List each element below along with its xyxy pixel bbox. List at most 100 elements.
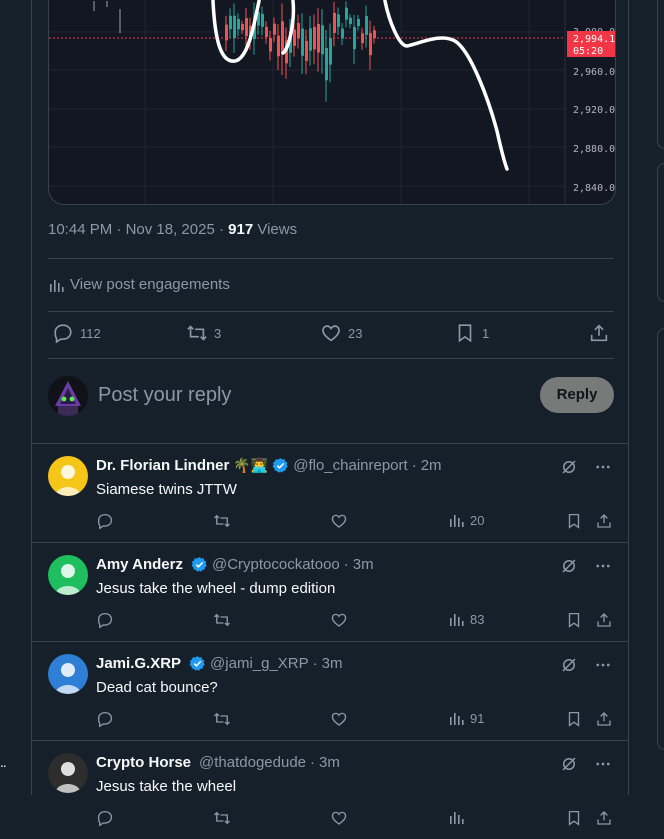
candle-body — [305, 40, 308, 61]
candle-body — [261, 13, 264, 27]
reply-action[interactable] — [96, 611, 114, 629]
heart-icon — [331, 811, 347, 825]
right-panel-card — [657, 328, 664, 750]
candle-body — [313, 26, 316, 50]
price-chart: 3,000.00 2,960.00 2,920.00 2,880.00 2,84… — [49, 0, 615, 204]
bookmark-action[interactable]: 1 — [454, 322, 489, 344]
author-name[interactable]: Crypto Horse — [96, 754, 191, 771]
reply-action[interactable] — [96, 710, 114, 728]
post-time[interactable]: 10:44 PM — [48, 221, 112, 238]
candle-body — [229, 15, 232, 30]
share-action[interactable] — [595, 710, 613, 728]
heart-icon — [331, 514, 347, 528]
post-time[interactable]: 2m — [421, 457, 442, 474]
repost-action[interactable] — [213, 611, 231, 629]
repost-action[interactable] — [213, 710, 231, 728]
author-handle[interactable]: @thatdogedude — [199, 754, 306, 771]
reply-input[interactable]: Post your reply — [98, 384, 231, 407]
candle-body — [329, 38, 332, 65]
more-dots[interactable]: .. — [0, 754, 7, 770]
share-action[interactable] — [595, 512, 613, 530]
reply-action-bar: 91 — [96, 710, 616, 730]
reply-avatar[interactable] — [48, 654, 88, 694]
bookmark-action[interactable] — [565, 611, 583, 629]
reply-avatar[interactable] — [48, 753, 88, 793]
author-handle[interactable]: @flo_chainreport — [293, 457, 407, 474]
avatar-image — [55, 564, 81, 595]
share-action[interactable] — [595, 809, 613, 827]
reply-header: Amy Anderz @Cryptocockatooo · 3m — [96, 556, 374, 573]
share-action[interactable] — [595, 611, 613, 629]
author-name[interactable]: Dr. Florian Lindner — [96, 457, 229, 474]
like-action[interactable] — [330, 809, 348, 827]
heart-icon — [331, 613, 347, 627]
avatar-image — [55, 762, 81, 793]
post-date[interactable]: Nov 18, 2025 — [126, 221, 215, 238]
post-time[interactable]: 3m — [319, 754, 340, 771]
like-action[interactable] — [330, 710, 348, 728]
more-options-icon[interactable] — [594, 557, 612, 575]
like-count: 23 — [348, 325, 363, 341]
views-action[interactable]: 91 — [448, 710, 484, 726]
grok-icon[interactable] — [560, 755, 578, 773]
grok-icon[interactable] — [560, 458, 578, 476]
bookmark-icon — [568, 711, 580, 727]
view-engagements-link[interactable]: View post engagements — [48, 276, 230, 293]
like-action[interactable] — [330, 512, 348, 530]
reply-avatar[interactable] — [48, 456, 88, 496]
post-time[interactable]: 3m — [353, 556, 374, 573]
avatar-image — [55, 663, 81, 694]
author-handle[interactable]: @jami_g_XRP — [210, 655, 309, 672]
like-action[interactable] — [330, 611, 348, 629]
bookmark-icon — [568, 612, 580, 628]
grok-icon[interactable] — [560, 656, 578, 674]
repost-action[interactable]: 3 — [186, 322, 221, 344]
repost-icon — [214, 712, 230, 726]
reply-avatar[interactable] — [48, 555, 88, 595]
bookmark-icon — [568, 810, 580, 826]
post-time[interactable]: 3m — [322, 655, 343, 672]
reply-icon — [97, 612, 113, 629]
bookmark-action[interactable] — [565, 512, 583, 530]
share-icon — [590, 324, 608, 342]
verified-badge-icon — [189, 656, 205, 671]
candle-body — [301, 28, 304, 56]
author-name[interactable]: Jami.G.XRP — [96, 655, 181, 672]
reply-action[interactable] — [96, 512, 114, 530]
author-handle[interactable]: @Cryptocockatooo — [212, 556, 340, 573]
repost-count: 3 — [214, 325, 222, 341]
like-action[interactable]: 23 — [320, 322, 362, 344]
share-icon — [597, 613, 611, 627]
avatar-image — [48, 376, 88, 416]
bookmark-action[interactable] — [565, 809, 583, 827]
grok-icon[interactable] — [560, 557, 578, 575]
reply-action[interactable] — [96, 809, 114, 827]
price-label: 2,840.00 — [573, 183, 615, 194]
bookmark-icon — [568, 513, 580, 529]
more-options-icon[interactable] — [594, 755, 612, 773]
share-action[interactable] — [588, 322, 610, 344]
repost-action[interactable] — [213, 809, 231, 827]
avatar-image — [55, 465, 81, 496]
candle-body — [277, 35, 280, 57]
name-emoji: 🌴👨‍💻 — [233, 457, 269, 473]
post-chart-image[interactable]: 3,000.00 2,960.00 2,920.00 2,880.00 2,84… — [48, 0, 616, 205]
candle-body — [269, 38, 272, 52]
reply-tweet[interactable]: Dr. Florian Lindner 🌴👨‍💻 @flo_chainrepor… — [32, 443, 628, 542]
user-avatar[interactable] — [48, 376, 88, 416]
author-name[interactable]: Amy Anderz — [96, 556, 183, 573]
more-options-icon[interactable] — [594, 458, 612, 476]
reply-button[interactable]: Reply — [540, 377, 614, 413]
views-action[interactable]: 20 — [448, 512, 484, 528]
repost-action[interactable] — [213, 512, 231, 530]
bookmark-action[interactable] — [565, 710, 583, 728]
views-count: 83 — [470, 611, 485, 627]
reply-tweet[interactable]: Crypto Horse @thatdogedude · 3m Jesus ta… — [32, 740, 628, 839]
views-action[interactable] — [448, 809, 470, 825]
more-options-icon[interactable] — [594, 656, 612, 674]
candle-body — [333, 12, 336, 33]
views-action[interactable]: 83 — [448, 611, 484, 627]
reply-action[interactable]: 112 — [52, 322, 101, 344]
reply-tweet[interactable]: Jami.G.XRP @jami_g_XRP · 3m Dead cat bou… — [32, 641, 628, 740]
reply-tweet[interactable]: Amy Anderz @Cryptocockatooo · 3m Jesus t… — [32, 542, 628, 641]
